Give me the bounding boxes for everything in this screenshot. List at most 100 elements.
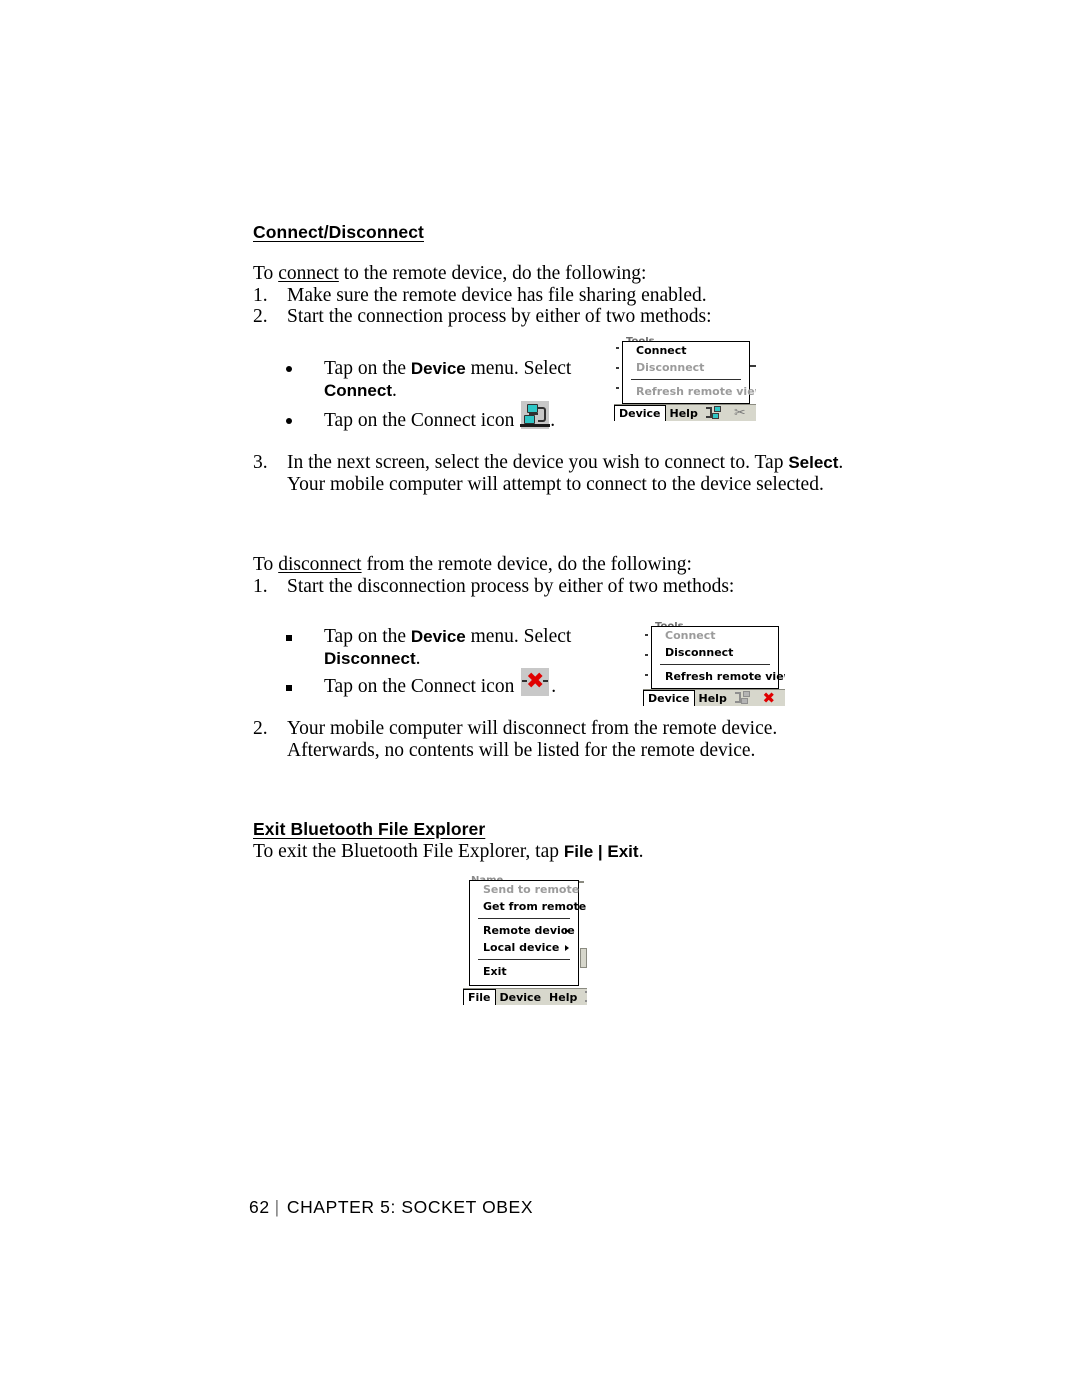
disconnect-bullet-2-pre: Tap on the Connect icon [324, 676, 520, 697]
disconnect-bullet-2-text: Tap on the Connect icon ✖. [324, 667, 636, 698]
disconnect-bullet-1-mid: menu. Select [465, 626, 572, 647]
scissors-icon[interactable]: ✂ [732, 405, 748, 421]
disconnect-bullet-1-text: Tap on the Device menu. Select Disconnec… [324, 626, 636, 669]
bullet-dot-icon [286, 366, 292, 372]
footer-page-number: 62 [249, 1197, 270, 1217]
x-icon[interactable]: ✖ [761, 690, 777, 706]
bullet-square-icon [286, 685, 292, 691]
scrollbar-thumb[interactable] [580, 948, 587, 968]
menu-item-exit[interactable]: Exit [470, 963, 578, 980]
connect-bullet-1-bold-device: Device [410, 359, 466, 378]
connect-icon[interactable] [734, 690, 757, 706]
scrap-mark [750, 365, 756, 367]
menu-separator [660, 664, 770, 665]
cmdbar-button-device[interactable]: Device [643, 689, 695, 706]
menu-item-disconnect[interactable]: Disconnect [623, 359, 749, 376]
disconnect-intro-pre: To [253, 554, 279, 575]
disconnect-intro-link: disconnect [278, 554, 362, 575]
connect-step-2: 2. Start the connection process by eithe… [253, 306, 873, 328]
exit-intro-line: To exit the Bluetooth File Explorer, tap… [253, 841, 643, 863]
connect-step-1: 1. Make sure the remote device has file … [253, 285, 873, 307]
page-footer: 62 | CHAPTER 5: SOCKET OBEX [249, 1197, 533, 1218]
connect-step-1-marker: 1. [253, 285, 268, 306]
bullet-dot-icon [286, 418, 292, 424]
menu-item-send-to-remote[interactable]: Send to remote [470, 881, 579, 898]
exit-intro-post: . [638, 841, 644, 862]
cmdbar-button-file[interactable]: File [463, 988, 496, 1005]
connect-icon[interactable] [705, 405, 728, 421]
icon-underline-rule [520, 424, 551, 427]
disconnect-step-2-marker: 2. [253, 718, 268, 739]
connect-bullet-1-bold-connect: Connect [324, 380, 392, 400]
connect-intro-post: to the remote device, do the following: [338, 263, 647, 284]
footer-divider: | [274, 1197, 280, 1217]
disconnect-intro-line: To disconnect from the remote device, do… [253, 554, 692, 576]
scrap-mark [616, 367, 619, 369]
cmdbar-button-help[interactable]: Help [545, 992, 581, 1003]
scrap-mark [616, 347, 619, 349]
bullet-square-icon [286, 635, 292, 641]
connect-bullet-1-mid: menu. Select [465, 358, 572, 379]
disconnect-step-1-marker: 1. [253, 576, 268, 597]
connect-bullet-1-post: . [392, 379, 397, 401]
disconnect-bullet-1-bold-disconnect: Disconnect [324, 648, 416, 668]
file-menu-popup[interactable]: Send to remote Get from remote Remote de… [469, 880, 586, 986]
menu-item-refresh-remote-view[interactable]: Refresh remote view [652, 668, 785, 685]
connect-step-1-text: Make sure the remote device has file sha… [287, 285, 707, 306]
disconnect-bullet-2: Tap on the Connect icon ✖. [286, 667, 636, 698]
menu-item-connect[interactable]: Connect [652, 627, 778, 644]
scrap-mark [579, 881, 584, 883]
menu-separator [478, 959, 570, 960]
device-menu-popup[interactable]: Connect Disconnect Refresh remote view [622, 341, 756, 404]
command-bar: Device Help ✖ 🔨 [643, 689, 785, 706]
disconnect-step-2-line1: Your mobile computer will disconnect fro… [287, 718, 778, 739]
section-heading-exit-bluetooth-file-explorer: Exit Bluetooth File Explorer [253, 819, 486, 839]
disconnect-bullet-1-post: . [415, 647, 421, 669]
scrap-mark [616, 387, 619, 389]
screenshot-device-menu-disconnect: Tools Connect Disconnect Refresh remote … [643, 622, 785, 706]
connect-bullet-1-pre: Tap on the [324, 358, 411, 379]
exit-intro-bold-file-exit: File | Exit [563, 842, 639, 861]
connect-bullet-2-text: Tap on the Connect icon . [324, 400, 616, 432]
cmdbar-button-help[interactable]: Help [695, 693, 731, 704]
footer-chapter-label: CHAPTER 5: SOCKET OBEX [286, 1197, 534, 1217]
scrap-mark [645, 674, 648, 676]
section-heading-connect-disconnect: Connect/Disconnect [253, 222, 424, 242]
chevron-right-icon [565, 927, 569, 934]
menu-item-disconnect[interactable]: Disconnect [652, 644, 778, 661]
disconnect-bullet-2-post: . [551, 676, 557, 697]
disconnect-step-2: 2. Your mobile computer will disconnect … [253, 718, 873, 761]
menu-separator [631, 379, 741, 380]
menu-item-connect[interactable]: Connect [623, 342, 749, 359]
connect-bullet-2-pre: Tap on the Connect icon [324, 410, 520, 431]
connect-step-3-line1-post: . [838, 452, 844, 473]
connect-step-2-marker: 2. [253, 306, 268, 327]
screenshot-file-menu: Name Send to remote Get from remote Remo… [463, 876, 587, 1005]
connect-step-3-body: In the next screen, select the device yo… [287, 452, 853, 495]
connect-intro-pre: To [253, 263, 279, 284]
menu-item-remote-device-label: Remote device [483, 924, 575, 937]
connect-step-3-line2: Your mobile computer will attempt to con… [287, 473, 824, 495]
connect-intro-link: connect [278, 263, 339, 284]
cmdbar-button-help[interactable]: Help [666, 408, 702, 419]
connect-step-3-bold-select: Select [788, 453, 839, 472]
scrap-mark [645, 654, 648, 656]
cmdbar-button-device[interactable]: Device [614, 404, 666, 421]
connect-step-3-marker: 3. [253, 452, 268, 473]
scrap-mark [645, 634, 648, 636]
device-menu-popup[interactable]: Connect Disconnect Refresh remote view [651, 626, 785, 689]
cmdbar-button-device[interactable]: Device [496, 992, 546, 1003]
command-bar: Device Help ✂ 🔨 [614, 404, 756, 421]
menu-separator [478, 918, 570, 919]
connect-step-2-text: Start the connection process by either o… [287, 306, 712, 327]
connect-bullet-1-text: Tap on the Device menu. Select Connect. [324, 358, 616, 401]
menu-item-get-from-remote[interactable]: Get from remote [470, 898, 586, 915]
menu-item-remote-device[interactable]: Remote device [470, 922, 578, 939]
disconnect-icon[interactable]: ✖ [521, 667, 550, 696]
menu-item-local-device[interactable]: Local device [470, 939, 578, 956]
disconnect-bullet-1-pre: Tap on the [324, 626, 411, 647]
connect-bullet-1: Tap on the Device menu. Select Connect. [286, 358, 616, 401]
chevron-right-icon [565, 944, 569, 951]
menu-item-refresh-remote-view[interactable]: Refresh remote view [623, 383, 756, 400]
exit-intro-pre: To exit the Bluetooth File Explorer, tap [253, 841, 564, 862]
